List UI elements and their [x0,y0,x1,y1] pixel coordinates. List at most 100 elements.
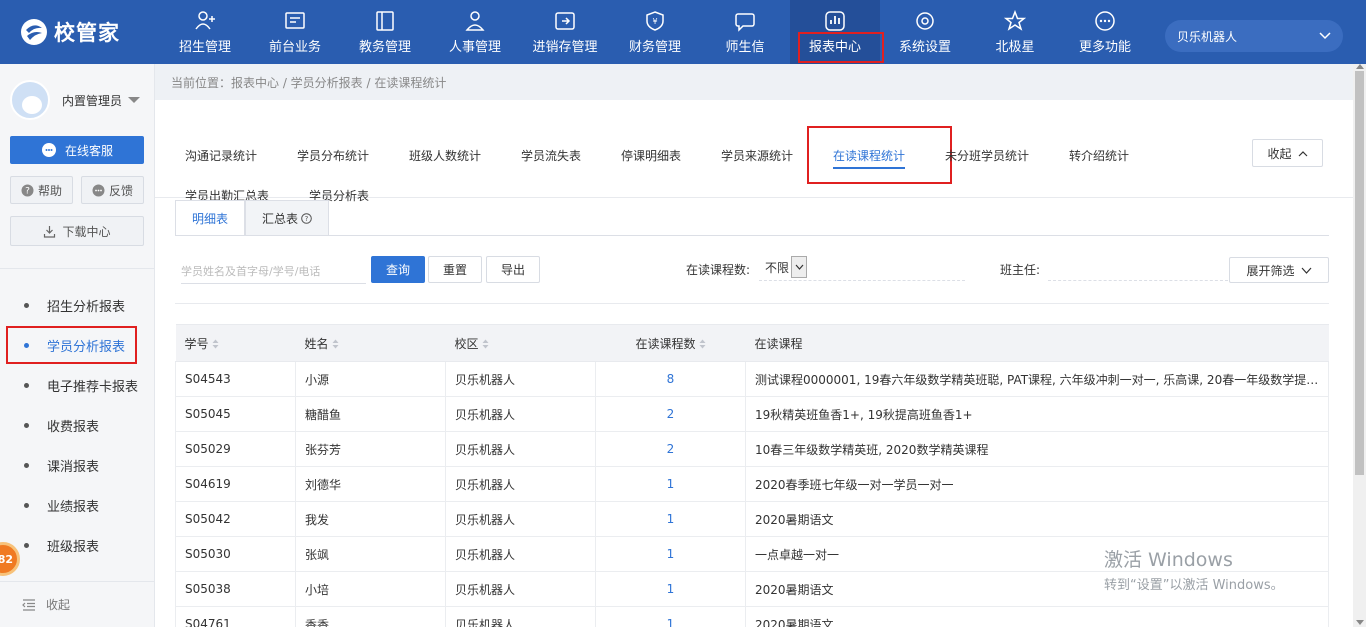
report-subtab[interactable]: 学员分布统计 [297,147,369,164]
feedback-label: 反馈 [108,183,133,198]
course-count-select[interactable]: 不限 [765,255,813,279]
chevron-down-icon [1319,32,1331,40]
app-logo[interactable]: 校管家 [0,0,160,64]
nav-item-3[interactable]: 人事管理 [430,0,520,64]
sidebar-menu-label: 电子推荐卡报表 [47,379,139,395]
nav-item-label: 北极星 [995,39,1035,55]
course-count-link[interactable]: 1 [595,571,746,607]
sidebar-menu-item[interactable]: 课消报表 [0,445,154,485]
active-nav-highlight [798,32,884,63]
table-cell: 贝乐机器人 [445,466,596,502]
column-header[interactable]: 在读课程数 [595,324,746,362]
report-subtab[interactable]: 在读课程统计 [833,147,906,169]
user-profile[interactable]: 内置管理员 [0,64,154,136]
nav-item-4[interactable]: 进销存管理 [520,0,610,64]
table-cell: 10春三年级数学精英班, 2020数学精英课程 [745,431,1329,467]
column-header: 在读课程 [745,324,1329,362]
sidebar-menu-label: 收费报表 [47,419,100,435]
online-service-button[interactable]: 在线客服 [10,136,144,164]
table-cell: 2020暑期语文 [745,606,1329,627]
scrollbar-thumb[interactable] [1355,71,1364,475]
column-header[interactable]: 姓名 [295,324,446,362]
bullet-icon [24,382,29,388]
table-row: S05029 张芬芳 贝乐机器人 2 10春三年级数学精英班, 2020数学精英课程 [175,431,1329,467]
nav-item-0[interactable]: 招生管理 [160,0,250,64]
sort-icon[interactable] [482,339,489,349]
nav-item-label: 更多功能 [1078,39,1131,55]
table-cell: 小源 [295,361,446,397]
caret-down-icon [128,97,141,103]
scroll-up-icon[interactable] [1356,64,1364,69]
report-subtab-label: 班级人数统计 [409,149,482,163]
sort-icon[interactable] [699,339,706,349]
table-cell: S05029 [175,431,296,467]
nav-item-2[interactable]: 教务管理 [340,0,430,64]
nav-item-8[interactable]: 系统设置 [880,0,970,64]
avatar [10,80,50,120]
course-count-link[interactable]: 2 [595,396,746,432]
report-subtab[interactable]: 沟通记录统计 [185,147,257,164]
report-subtab[interactable]: 学员来源统计 [721,147,793,164]
nav-item-label: 进销存管理 [532,39,598,55]
help-label: 帮助 [37,183,62,198]
report-subtab[interactable]: 未分班学员统计 [945,147,1029,164]
tab-summary[interactable]: 汇总表 ? [245,200,330,236]
download-icon [44,225,56,238]
query-button[interactable]: 查询 [371,256,425,283]
report-subtab-label: 停课明细表 [621,149,682,163]
fold-tabs-button[interactable]: 收起 [1252,139,1323,167]
column-header-label: 在读课程数 [635,336,696,351]
export-button[interactable]: 导出 [486,256,540,283]
nav-item-1[interactable]: 前台业务 [250,0,340,64]
head-teacher-select[interactable] [1048,280,1228,281]
feedback-button[interactable]: 反馈 [81,176,144,204]
sort-icon[interactable] [332,339,339,349]
nav-item-5[interactable]: ¥ 财务管理 [610,0,700,64]
course-count-link[interactable]: 8 [595,361,746,397]
nav-item-10[interactable]: 更多功能 [1060,0,1150,64]
tab-detail[interactable]: 明细表 [175,200,246,236]
sidebar-menu-item[interactable]: 招生分析报表 [0,285,154,325]
chevron-down-icon [1301,267,1311,274]
sidebar-menu-item[interactable]: 业绩报表 [0,485,154,525]
column-header[interactable]: 校区 [445,324,596,362]
table-cell: S05038 [175,571,296,607]
column-header[interactable]: 学号 [175,324,296,362]
school-select[interactable]: 贝乐机器人 [1165,20,1343,52]
report-subtab-label: 沟通记录统计 [185,149,258,163]
sidebar-menu-item[interactable]: 班级报表 [0,525,154,565]
nav-item-6[interactable]: 师生信 [700,0,790,64]
active-tab-underline [833,167,906,169]
course-count-link[interactable]: 1 [595,501,746,537]
help-button[interactable]: ? 帮助 [10,176,73,204]
sidebar-menu-item[interactable]: 学员分析报表 [0,325,154,365]
expand-filter-button[interactable]: 展开筛选 [1229,257,1329,283]
view-tabs-divider [175,235,1329,236]
user-plus-icon [194,10,216,32]
search-input[interactable] [181,260,366,284]
sidebar-collapse-button[interactable]: 收起 [0,581,155,627]
reset-button[interactable]: 重置 [428,256,482,283]
bullet-icon [24,422,29,428]
report-subtab[interactable]: 转介绍统计 [1069,147,1129,164]
course-count-link[interactable]: 1 [595,466,746,502]
watermark-line2: 转到“设置”以激活 Windows。 [1104,578,1284,593]
page-scrollbar[interactable] [1353,64,1366,627]
bullet-icon [24,462,29,468]
sort-icon[interactable] [212,339,219,349]
nav-item-7[interactable]: 报表中心 [790,0,884,64]
report-subtab[interactable]: 学员流失表 [521,147,581,164]
table-cell: 贝乐机器人 [445,606,596,627]
download-center-button[interactable]: 下载中心 [10,216,144,246]
course-count-link[interactable]: 2 [595,431,746,467]
table-cell: 贝乐机器人 [445,361,596,397]
report-subtab[interactable]: 停课明细表 [621,147,681,164]
sidebar-menu-item[interactable]: 电子推荐卡报表 [0,365,154,405]
report-subtab[interactable]: 班级人数统计 [409,147,481,164]
nav-item-9[interactable]: 北极星 [970,0,1060,64]
bullet-icon [24,502,29,508]
sidebar-menu-item[interactable]: 收费报表 [0,405,154,445]
course-count-link[interactable]: 1 [595,606,746,627]
scroll-down-icon[interactable] [1356,620,1364,625]
course-count-link[interactable]: 1 [595,536,746,572]
